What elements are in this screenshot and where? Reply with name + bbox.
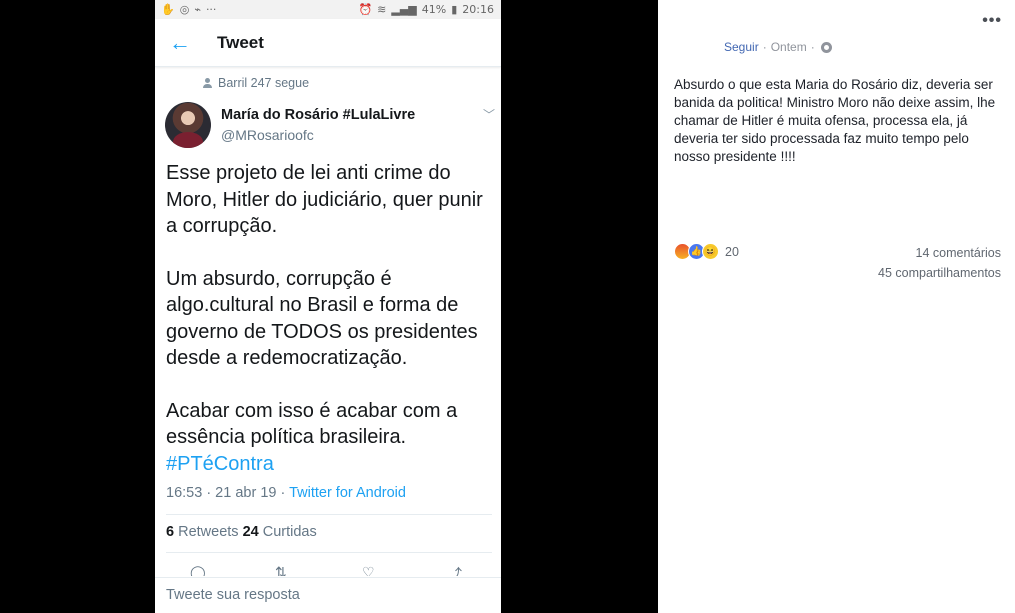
author-handle[interactable]: @MRosarioofc: [221, 127, 314, 143]
retweet-icon[interactable]: ⇅: [275, 564, 287, 576]
tweet-datetime: 16:53 · 21 abr 19 ·: [166, 485, 290, 501]
tweet-author: María do Rosário #LulaLivre @MRosarioofc…: [165, 100, 495, 150]
status-icons-left: ✋ ◎ ⌁ ···: [161, 3, 216, 16]
retweets-count[interactable]: 6: [166, 524, 174, 540]
shares-count-link[interactable]: 45 compartilhamentos: [878, 266, 1001, 280]
meta-separator: ·: [762, 40, 767, 54]
author-name[interactable]: María do Rosário #LulaLivre: [221, 107, 415, 123]
wifi-icon: ≋: [377, 3, 387, 16]
chevron-down-icon[interactable]: ﹀: [483, 106, 495, 123]
likes-label[interactable]: Curtidas: [259, 524, 317, 540]
reactions-summary[interactable]: 👍 😆 20: [674, 243, 739, 260]
comments-count-link[interactable]: 14 comentários: [916, 246, 1001, 260]
reaction-count: 20: [725, 244, 739, 259]
like-icon[interactable]: ♡: [362, 564, 375, 576]
reply-input[interactable]: Tweete sua resposta: [155, 577, 501, 613]
signal-icon: ▂▄▆: [391, 3, 417, 16]
hashtag-link[interactable]: #PTéContra: [166, 451, 496, 478]
alarm-icon: ⏰: [358, 3, 373, 16]
whatsapp-icon: ◎: [179, 3, 190, 16]
status-icons-right: ⏰ ≋ ▂▄▆ 41% ▮ 20:16: [358, 3, 494, 16]
tweet-paragraph: Um absurdo, corrupção é algo.cultural no…: [166, 267, 478, 370]
tweet-body: Esse projeto de lei anti crime do Moro, …: [166, 160, 496, 477]
clock: 20:16: [462, 3, 494, 16]
back-arrow-icon[interactable]: ←: [159, 19, 201, 67]
battery-icon: ▮: [451, 3, 458, 16]
gesture-icon: ⌁: [194, 3, 201, 16]
likes-count[interactable]: 24: [243, 524, 259, 540]
post-text: Absurdo o que esta Maria do Rosário diz,…: [674, 77, 996, 164]
tweet-paragraph: Esse projeto de lei anti crime do Moro, …: [166, 162, 483, 237]
hand-icon: ✋: [161, 3, 175, 16]
more-options-icon[interactable]: •••: [982, 12, 1002, 30]
reply-icon[interactable]: ◯: [190, 564, 206, 576]
more-notifications-icon: ···: [205, 3, 217, 16]
tweet-stats: 6 Retweets 24 Curtidas: [166, 524, 317, 540]
avatar[interactable]: [165, 102, 211, 148]
reply-placeholder: Tweete sua resposta: [166, 587, 300, 603]
tweet-meta: 16:53 · 21 abr 19 · Twitter for Android: [166, 485, 406, 501]
divider: [166, 552, 492, 553]
share-icon[interactable]: ⤴: [448, 564, 462, 576]
post-meta: Seguir · Ontem ·: [724, 40, 832, 54]
battery-level: 41%: [421, 3, 447, 16]
tweet-actions: ◯ ⇅ ♡ ⤴: [155, 560, 501, 576]
follow-button[interactable]: Seguir: [724, 40, 759, 54]
follow-context-text[interactable]: Barril 247 segue: [218, 76, 309, 90]
facebook-post: ••• Seguir · Ontem · Absurdo o que esta …: [658, 0, 1015, 613]
page-title: Tweet: [217, 32, 264, 52]
tweet-screenshot: ✋ ◎ ⌁ ··· ⏰ ≋ ▂▄▆ 41% ▮ 20:16 ← Tweet Ba…: [155, 0, 501, 613]
status-bar: ✋ ◎ ⌁ ··· ⏰ ≋ ▂▄▆ 41% ▮ 20:16: [155, 0, 501, 19]
retweets-label[interactable]: Retweets: [174, 524, 243, 540]
post-time[interactable]: Ontem: [771, 40, 807, 54]
tweet-source-link[interactable]: Twitter for Android: [289, 485, 406, 501]
tweet-header: ← Tweet: [155, 19, 501, 67]
meta-separator: ·: [810, 40, 815, 54]
globe-icon: [820, 41, 832, 53]
follow-context: Barril 247 segue: [202, 76, 501, 90]
divider: [166, 514, 492, 515]
haha-reaction-icon: 😆: [702, 243, 719, 260]
person-icon: [202, 78, 212, 88]
tweet-paragraph: Acabar com isso é acabar com a essência …: [166, 399, 458, 449]
